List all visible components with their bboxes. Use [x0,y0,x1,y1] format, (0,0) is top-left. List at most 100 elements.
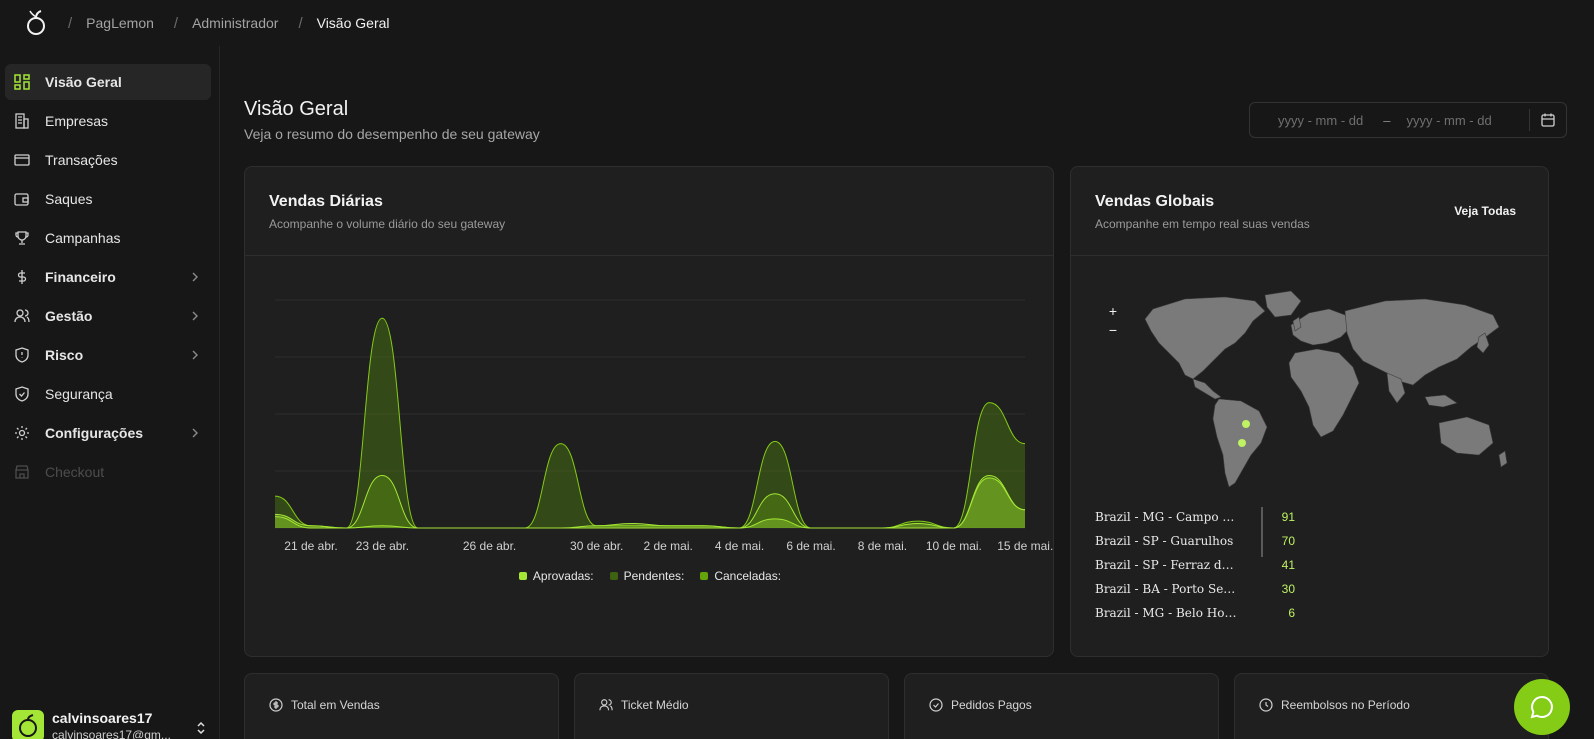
x-tick-label: 8 de mai. [858,539,907,553]
location-name: Brazil - MG - Campo Belo [1095,510,1240,524]
list-item[interactable]: Brazil - SP - Guarulhos 70 [1095,529,1295,553]
series-area-2[interactable] [275,475,1025,528]
sidebar-item-visao-geral[interactable]: Visão Geral [5,64,211,100]
page-subtitle: Veja o resumo do desempenho de seu gatew… [244,126,540,142]
chart-legend: Aprovadas: Pendentes: Canceladas: [245,569,1055,583]
legend-swatch [609,572,618,580]
dollar-sign-icon [13,268,31,286]
legend-label: Pendentes: [623,569,685,583]
sidebar-item-saques[interactable]: Saques [5,181,211,217]
legend-swatch [518,572,527,580]
location-count: 41 [1281,558,1295,572]
sales-marker[interactable] [1238,439,1246,447]
zoom-out-button[interactable]: − [1105,322,1121,338]
sidebar-item-label: Segurança [45,386,113,402]
sidebar-item-seguranca[interactable]: Segurança [5,376,211,412]
x-tick-label: 6 de mai. [786,539,835,553]
user-email: calvinsoares17@gm... [52,728,171,739]
breadcrumb-visao-geral: Visão Geral [316,15,390,31]
user-menu[interactable]: calvinsoares17 calvinsoares17@gm... [12,710,212,739]
daily-sales-chart[interactable]: 21 de abr. 23 de abr. 26 de abr. 30 de abr.… [245,256,1055,566]
breadcrumb-separator: / [298,14,303,32]
x-tick-label: 10 de mai. [926,539,982,553]
legend-item-canceladas[interactable]: Canceladas: [700,569,781,583]
sidebar-item-empresas[interactable]: Empresas [5,103,211,139]
chevron-right-icon [191,426,199,442]
stat-label: Ticket Médio [621,698,689,712]
vendas-globais-card: Vendas Globais Acompanhe em tempo real s… [1070,166,1549,657]
x-tick-label: 2 de mai. [643,539,692,553]
world-map[interactable] [1095,287,1515,497]
stat-label: Total em Vendas [291,698,380,712]
shield-alert-icon [13,346,31,364]
breadcrumb-administrador[interactable]: Administrador [192,15,278,31]
chevron-right-icon [191,348,199,364]
sidebar-item-label: Configurações [45,425,144,441]
store-icon [13,463,31,481]
legend-item-pendentes[interactable]: Pendentes: [609,569,685,583]
location-count: 6 [1288,606,1295,620]
list-item[interactable]: Brazil - MG - Belo Horizo... 6 [1095,601,1295,625]
sidebar-item-label: Campanhas [45,230,121,246]
sidebar-item-label: Financeiro [45,269,116,285]
sidebar-item-gestao[interactable]: Gestão [5,298,211,334]
list-item[interactable]: Brazil - MG - Campo Belo 91 [1095,505,1295,529]
location-list: Brazil - MG - Campo Belo 91 Brazil - SP … [1095,505,1295,625]
chevrons-up-down-icon[interactable] [196,720,206,739]
x-tick-label: 21 de abr. [284,539,337,553]
stat-label: Pedidos Pagos [951,698,1032,712]
breadcrumb-paglemon[interactable]: PagLemon [86,15,154,31]
sidebar-item-campanhas[interactable]: Campanhas [5,220,211,256]
location-name: Brazil - SP - Guarulhos [1095,534,1234,548]
avatar [12,710,44,739]
sidebar-item-label: Gestão [45,308,93,324]
shield-check-icon [13,385,31,403]
sidebar-item-label: Checkout [45,464,105,480]
veja-todas-link[interactable]: Veja Todas [1454,204,1516,218]
main-content: Visão Geral Veja o resumo do desempenho … [220,46,1594,739]
sidebar: Visão Geral Empresas Transações Saques C… [0,46,220,739]
breadcrumb-separator: / [173,14,179,32]
card-title: Vendas Globais [1095,193,1215,210]
sidebar-item-label: Transações [45,152,118,168]
chevron-right-icon [191,309,199,325]
legend-swatch [700,572,709,580]
sales-marker[interactable] [1242,420,1250,428]
list-item[interactable]: Brazil - BA - Porto Segu... 30 [1095,577,1295,601]
sidebar-item-transacoes[interactable]: Transações [5,142,211,178]
calendar-icon[interactable] [1540,112,1556,131]
legend-item-aprovadas[interactable]: Aprovadas: [518,569,594,583]
breadcrumb-separator: / [68,14,73,32]
vendas-diarias-card: Vendas Diárias Acompanhe o volume diário… [244,166,1054,657]
dollar-circle-icon [269,698,283,712]
card-subtitle: Acompanhe o volume diário do seu gateway [269,217,506,231]
paglemon-logo[interactable] [0,0,72,46]
users-icon [599,699,613,711]
location-name: Brazil - SP - Ferraz de V... [1095,558,1240,572]
layout-dashboard-icon [13,73,31,91]
x-tick-label: 4 de mai. [715,539,764,553]
zoom-in-button[interactable]: + [1105,303,1121,319]
stat-card-ticket-medio: Ticket Médio [574,673,889,739]
sidebar-item-financeiro[interactable]: Financeiro [5,259,211,295]
x-tick-label: 23 de abr. [356,539,409,553]
list-item[interactable]: Brazil - SP - Ferraz de V... 41 [1095,553,1295,577]
location-count: 30 [1281,582,1295,596]
date-to-input[interactable]: yyyy - mm - dd [1406,113,1491,128]
chat-button[interactable] [1514,679,1570,735]
sidebar-item-checkout: Checkout [5,454,211,490]
x-tick-label: 26 de abr. [463,539,516,553]
sidebar-item-configuracoes[interactable]: Configurações [5,415,211,451]
message-circle-icon [1530,695,1553,719]
chevron-right-icon [191,270,199,286]
user-name: calvinsoares17 [52,710,153,726]
x-tick-label: 30 de abr. [570,539,623,553]
sidebar-item-risco[interactable]: Risco [5,337,211,373]
legend-label: Canceladas: [714,569,782,583]
date-range-picker[interactable]: yyyy - mm - dd – yyyy - mm - dd [1249,102,1567,138]
top-bar: / PagLemon / Administrador / Visão Geral [0,0,1594,46]
date-from-input[interactable]: yyyy - mm - dd [1278,113,1363,128]
sidebar-item-label: Saques [45,191,93,207]
scrollbar[interactable] [1261,507,1263,557]
check-circle-icon [929,698,943,712]
